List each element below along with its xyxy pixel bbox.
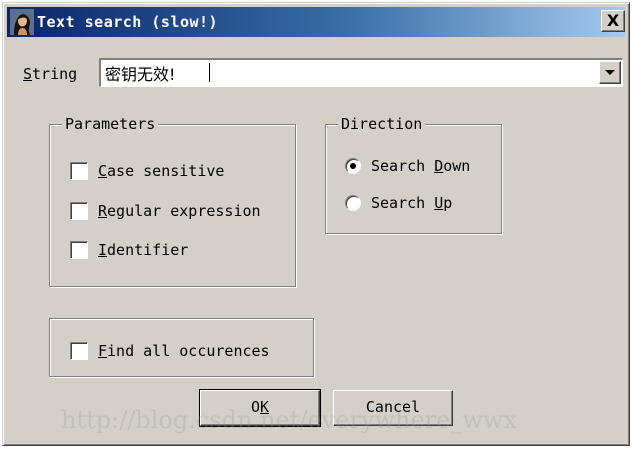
search-up-mnemonic: U xyxy=(434,194,444,212)
search-down-after: own xyxy=(443,157,471,175)
search-up-after: p xyxy=(443,194,453,212)
ok-button[interactable]: OK xyxy=(199,389,321,427)
window-title: Text search (slow!) xyxy=(37,13,219,31)
ok-mnemonic: K xyxy=(260,398,270,416)
identifier-mnemonic: I xyxy=(98,241,108,259)
regular-expression-label[interactable]: Regular expression xyxy=(98,202,261,220)
ok-before: O xyxy=(250,398,260,416)
app-portrait-icon xyxy=(10,9,34,35)
direction-legend: Direction xyxy=(338,115,426,133)
regular-expression-rest: egular expression xyxy=(107,202,261,220)
search-string-input[interactable] xyxy=(105,62,591,84)
identifier-rest: dentifier xyxy=(107,241,189,259)
identifier-label[interactable]: Identifier xyxy=(98,241,188,259)
string-label: String xyxy=(23,65,77,83)
regular-expression-mnemonic: R xyxy=(98,202,108,220)
identifier-checkbox[interactable] xyxy=(70,241,88,259)
title-bar[interactable]: Text search (slow!) X xyxy=(7,7,625,37)
case-sensitive-label[interactable]: Case sensitive xyxy=(98,162,224,180)
search-down-before: Search xyxy=(371,157,435,175)
search-down-radio[interactable] xyxy=(345,158,361,174)
search-down-label[interactable]: Search Down xyxy=(371,157,470,175)
case-sensitive-rest: ase sensitive xyxy=(107,162,225,180)
radio-selected-dot xyxy=(350,163,356,169)
find-all-checkbox[interactable] xyxy=(70,342,88,360)
text-search-dialog: Text search (slow!) X String Parameters … xyxy=(2,2,630,446)
dropdown-arrow-icon[interactable] xyxy=(599,61,621,84)
find-all-rest: ind all occurences xyxy=(107,342,270,360)
parameters-legend: Parameters xyxy=(62,115,159,133)
close-button[interactable]: X xyxy=(601,10,625,32)
regular-expression-checkbox[interactable] xyxy=(70,202,88,220)
string-label-mnemonic: S xyxy=(23,65,33,83)
find-all-mnemonic: F xyxy=(98,342,108,360)
search-up-radio[interactable] xyxy=(345,195,361,211)
search-string-combobox[interactable] xyxy=(99,58,623,87)
cancel-button[interactable]: Cancel xyxy=(333,390,453,426)
search-up-label[interactable]: Search Up xyxy=(371,194,452,212)
text-caret xyxy=(209,63,210,82)
case-sensitive-mnemonic: C xyxy=(98,162,108,180)
search-up-before: Search xyxy=(371,194,435,212)
find-all-label[interactable]: Find all occurences xyxy=(98,342,270,360)
string-label-rest: tring xyxy=(32,65,78,83)
search-down-mnemonic: D xyxy=(434,157,444,175)
case-sensitive-checkbox[interactable] xyxy=(70,162,88,180)
direction-group: Direction xyxy=(325,115,502,234)
